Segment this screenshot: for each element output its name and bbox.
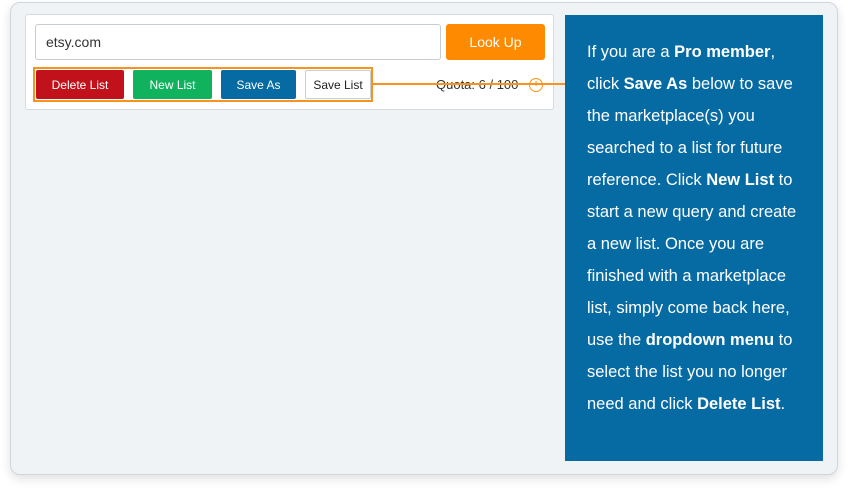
tooltip-emphasis: dropdown menu xyxy=(645,331,775,349)
delete-list-button[interactable]: Delete List xyxy=(36,70,124,99)
tooltip-emphasis: Pro member xyxy=(674,43,771,61)
tooltip-text: . xyxy=(780,395,786,413)
tooltip-emphasis: New List xyxy=(706,171,775,189)
new-list-button[interactable]: New List xyxy=(133,70,212,99)
tooltip-emphasis: Save As xyxy=(623,75,688,93)
quota-label: Quota: 6 / 100 xyxy=(436,76,518,94)
tooltip-text: to start a new query and create a new li… xyxy=(587,171,797,349)
callout-connector-line xyxy=(373,83,581,85)
tooltip-text: If you are a xyxy=(587,43,675,61)
help-tooltip: If you are a Pro member, click Save As b… xyxy=(565,15,823,461)
plus-circle-icon[interactable]: + xyxy=(529,78,543,92)
look-up-button[interactable]: Look Up xyxy=(446,24,545,60)
search-input[interactable] xyxy=(35,24,441,60)
save-list-button[interactable]: Save List xyxy=(305,70,371,99)
tooltip-emphasis: Delete List xyxy=(697,395,781,413)
save-as-button[interactable]: Save As xyxy=(221,70,296,99)
